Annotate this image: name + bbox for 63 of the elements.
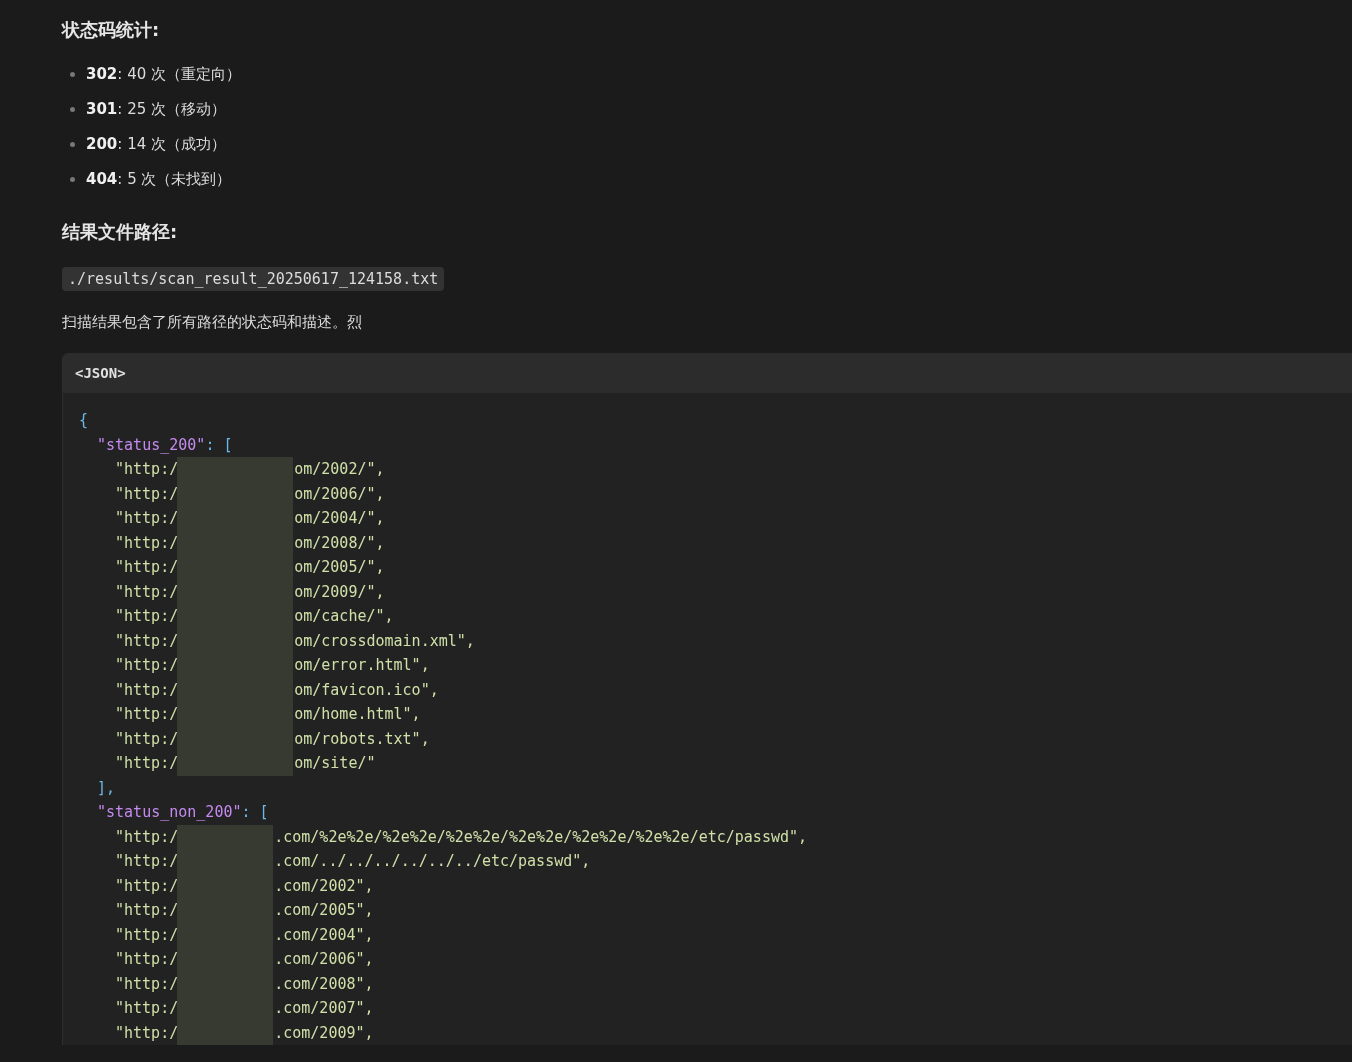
code-token: "http:/: [115, 508, 179, 529]
list-item-text: 302: 40 次（重定向）: [86, 65, 241, 84]
code-token: .com/2007",: [274, 998, 374, 1019]
code-token: om/2008/",: [294, 532, 385, 554]
code-token: "http:/: [115, 532, 179, 554]
code-token: "http:/: [115, 998, 179, 1019]
code-token: "status_200": [97, 434, 206, 456]
code-token: "http:/: [115, 875, 179, 897]
code-token: "http:/: [115, 728, 179, 750]
bullet-icon: [70, 177, 75, 182]
code-token: om/2004/",: [294, 508, 385, 529]
code-token: .com/2008",: [274, 973, 374, 995]
code-token: "http:/: [115, 826, 179, 848]
code-token: "http:/: [115, 949, 179, 970]
code-token: .com/2005",: [274, 900, 374, 921]
code-token: om/2002/",: [294, 459, 385, 480]
code-token: "http:/: [115, 459, 179, 480]
paragraph: 扫描结果包含了所有路径的状态码和描述。烈: [62, 312, 363, 333]
code-token: om/favicon.ico",: [294, 679, 439, 701]
code-token: "http:/: [115, 679, 179, 701]
code-token: om/2006/",: [294, 483, 385, 505]
code-token: om/robots.txt",: [294, 728, 430, 750]
code-token: om/site/": [294, 753, 376, 774]
code-token: "http:/: [115, 1022, 179, 1044]
code-token: "http:/: [115, 557, 179, 578]
code-token: .com/2009",: [274, 1022, 374, 1044]
bullet-icon: [70, 142, 75, 147]
code-token: .com/../../../../../../etc/passwd",: [274, 851, 591, 872]
language-label: <JSON>: [75, 365, 126, 381]
inline-code: ./results/scan_result_20250617_124158.txt: [62, 267, 445, 291]
code-token: .com/%2e%2e/%2e%2e/%2e%2e/%2e%2e/%2e%2e/%2e%2e/etc/passwd",: [274, 826, 808, 848]
code-token: om/home.html",: [294, 704, 421, 725]
bullet-icon: [70, 72, 75, 77]
code-token: "http:/: [115, 753, 179, 774]
section-heading: 结果文件路径:: [62, 220, 179, 244]
code-token: "http:/: [115, 655, 179, 676]
list-item-text: 404: 5 次（未找到）: [86, 170, 232, 189]
code-token: .com/2004",: [274, 924, 374, 946]
code-token: "http:/: [115, 581, 179, 603]
code-token: {: [79, 410, 89, 431]
code-token: om/cache/",: [294, 606, 394, 627]
code-token: "http:/: [115, 900, 179, 921]
code-token: "http:/: [115, 973, 179, 995]
code-token: "http:/: [115, 924, 179, 946]
list-item-text: 200: 14 次（成功）: [86, 135, 226, 154]
code-token: : [: [205, 434, 233, 456]
code-token: : [: [241, 802, 269, 823]
code-token: om/2009/",: [294, 581, 385, 603]
code-token: "http:/: [115, 483, 179, 505]
code-token: om/error.html",: [294, 655, 430, 676]
code-token: "http:/: [115, 704, 179, 725]
list-item-text: 301: 25 次（移动）: [86, 100, 226, 119]
code-token: ],: [97, 777, 116, 799]
code-token: .com/2006",: [274, 949, 374, 970]
section-heading: 状态码统计:: [62, 18, 161, 42]
code-token: "http:/: [115, 851, 179, 872]
code-token: .com/2002",: [274, 875, 374, 897]
code-token: "status_non_200": [97, 802, 242, 823]
code-token: om/crossdomain.xml",: [294, 630, 475, 652]
code-token: "http:/: [115, 630, 179, 652]
code-token: om/2005/",: [294, 557, 385, 578]
code-token: "http:/: [115, 606, 179, 627]
bullet-icon: [70, 107, 75, 112]
